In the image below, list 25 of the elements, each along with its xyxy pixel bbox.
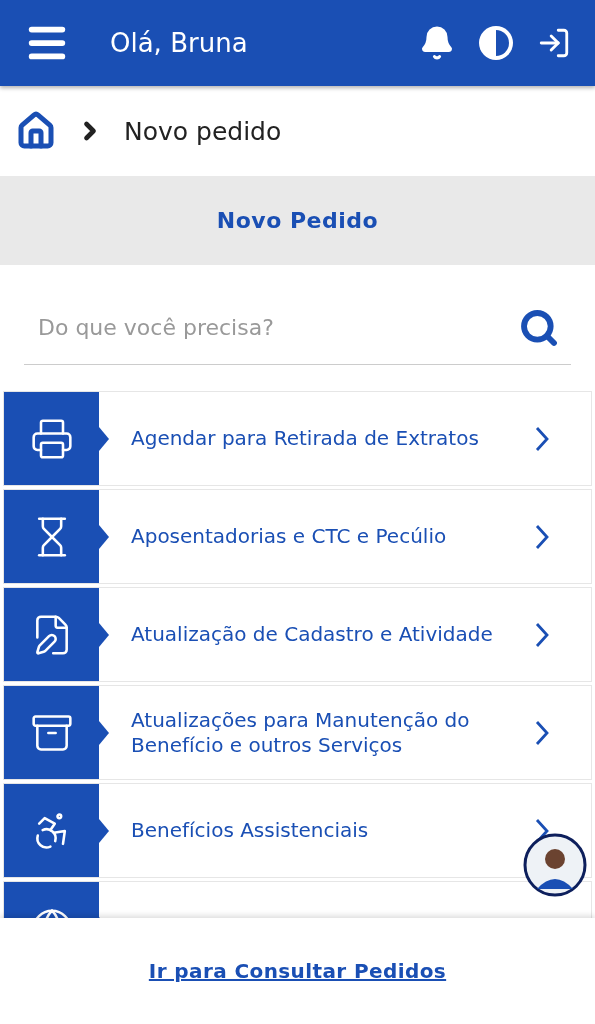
search-icon[interactable] (519, 307, 559, 348)
chevron-icon (535, 523, 549, 550)
service-item[interactable]: Atualização de Cadastro e Atividade (3, 587, 592, 682)
pointer-notch (99, 622, 109, 647)
chevron-icon (535, 719, 549, 746)
chevron-icon (535, 621, 549, 648)
service-item[interactable]: Atualizações para Manutenção do Benefício e outros Serviços (3, 685, 592, 780)
consult-orders-link[interactable]: Ir para Consultar Pedidos (148, 959, 447, 983)
chevron-icon (535, 425, 549, 452)
contrast-icon[interactable] (477, 24, 515, 62)
pointer-notch (99, 720, 109, 745)
service-item[interactable]: Aposentadorias e CTC e Pecúlio (3, 489, 592, 584)
logout-icon[interactable] (537, 26, 571, 60)
pointer-notch (99, 524, 109, 549)
section-title: Novo Pedido (216, 208, 379, 233)
home-icon[interactable] (16, 111, 56, 151)
pointer-notch (99, 426, 109, 451)
service-item[interactable]: Benefícios Assistenciais (3, 783, 592, 878)
pointer-notch (99, 818, 109, 843)
breadcrumb-current: Novo pedido (124, 116, 282, 146)
greeting: Olá, Bruna (110, 28, 249, 58)
service-item[interactable]: Agendar para Retirada de Extratos (3, 391, 592, 486)
bell-icon[interactable] (419, 25, 455, 61)
service-icon (29, 416, 74, 461)
assistant-avatar[interactable] (523, 833, 587, 897)
